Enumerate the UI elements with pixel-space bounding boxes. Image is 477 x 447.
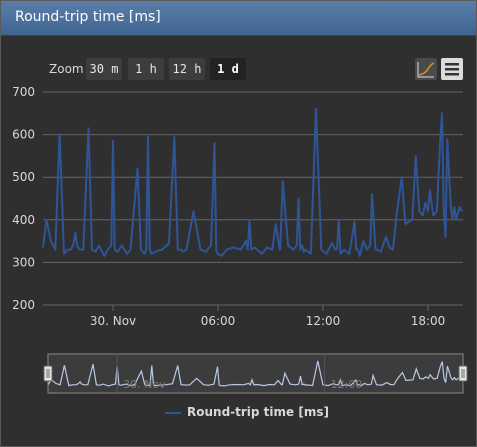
navigator-left-handle[interactable] bbox=[43, 365, 53, 382]
chart-panel: Round-trip time [ms] Zoom 30 m 1 h 12 h … bbox=[0, 0, 477, 447]
navigator-background bbox=[47, 353, 464, 394]
navigator: 30. Nov 12:00 bbox=[43, 353, 468, 394]
navigator-tick-label: 30. Nov bbox=[123, 378, 166, 391]
navigator-tick-label: 12:00 bbox=[331, 378, 363, 391]
legend-item-label: Round-trip time [ms] bbox=[187, 405, 329, 419]
navigator-right-handle[interactable] bbox=[458, 365, 468, 382]
navigator-mask bbox=[47, 353, 464, 394]
